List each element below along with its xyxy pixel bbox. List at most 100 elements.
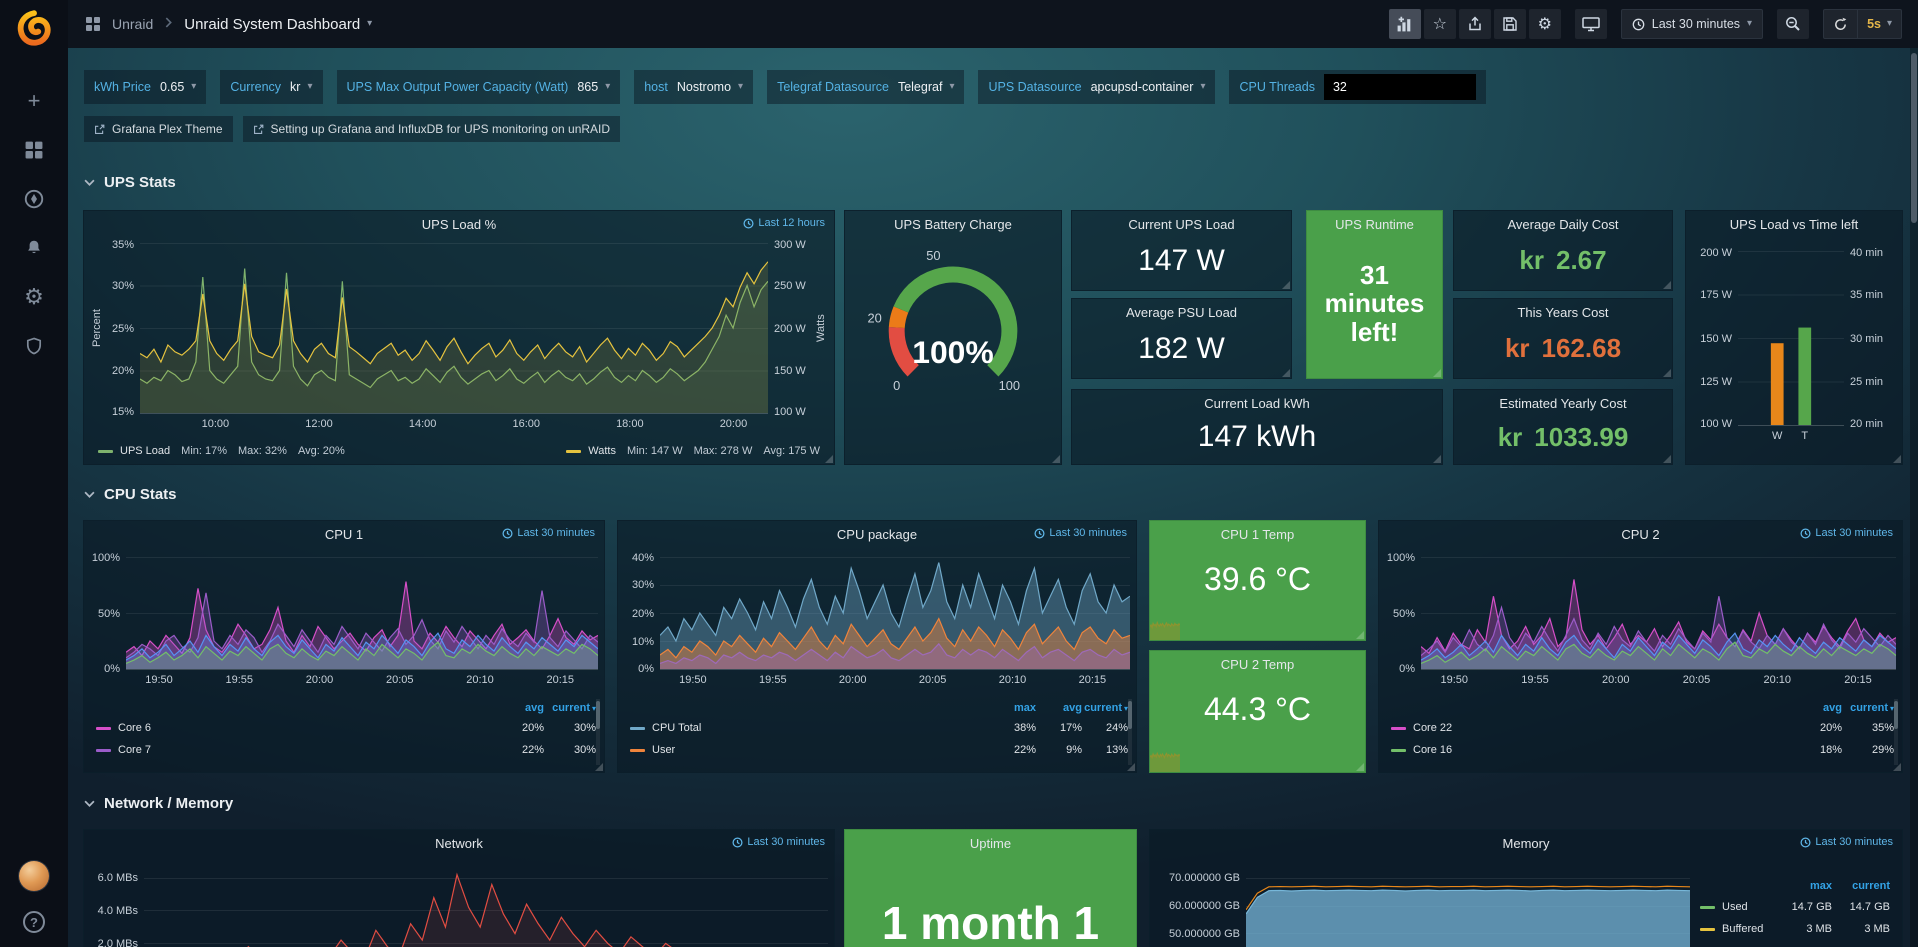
user-avatar[interactable]: [19, 861, 49, 891]
variable-telegraf-datasource[interactable]: Telegraf Datasource Telegraf▾: [767, 70, 964, 104]
panel-title[interactable]: CPU 2 Temp: [1150, 651, 1365, 677]
chart-legend: avg current▾ Core 6 20% 30% Core 7 22% 3…: [96, 699, 596, 761]
row-header-cpu-stats[interactable]: CPU Stats: [84, 486, 177, 503]
save-button[interactable]: [1494, 9, 1526, 39]
sidebar: + ⚙ ?: [0, 0, 68, 947]
panel-time-override: Last 30 minutes: [502, 527, 595, 539]
panel-title[interactable]: UPS Load vs Time left: [1686, 211, 1902, 237]
plot-area[interactable]: W T: [1738, 251, 1844, 426]
legend-scrollbar[interactable]: [1894, 699, 1898, 765]
panel-title[interactable]: Network: [84, 830, 834, 856]
share-button[interactable]: [1459, 9, 1491, 39]
breadcrumb-folder[interactable]: Unraid: [112, 16, 153, 32]
stat-value: 147 kWh: [1072, 416, 1442, 464]
refresh-interval-dropdown[interactable]: 5s ▾: [1857, 10, 1901, 38]
legend-scrollbar[interactable]: [1128, 699, 1132, 765]
dashboard-grid-icon[interactable]: [84, 13, 102, 35]
link-ups-monitoring-guide[interactable]: Setting up Grafana and InfluxDB for UPS …: [243, 116, 621, 142]
grafana-logo-icon[interactable]: [14, 8, 54, 48]
page-title[interactable]: Unraid System Dashboard ▾: [184, 16, 372, 33]
plot-area[interactable]: [1246, 860, 1690, 947]
variable-ups-max-output[interactable]: UPS Max Output Power Capacity (Watt) 865…: [337, 70, 621, 104]
star-button[interactable]: ☆: [1424, 9, 1456, 39]
legend-row[interactable]: CPU Total 38% 17% 24%: [630, 717, 1128, 739]
variable-kwh-price[interactable]: kWh Price 0.65▾: [84, 70, 206, 104]
legend-header-current[interactable]: current: [1832, 880, 1890, 892]
plot-area[interactable]: 10:00 12:00 14:00 16:00 18:00 20:00: [140, 243, 768, 414]
dashboards-icon[interactable]: [23, 139, 45, 161]
panel-title[interactable]: UPS Runtime: [1307, 211, 1442, 237]
panel-title[interactable]: Average Daily Cost: [1454, 211, 1672, 237]
legend-item[interactable]: Watts Min: 147 W Max: 278 W Avg: 175 W: [566, 445, 820, 457]
configuration-gear-icon[interactable]: ⚙: [23, 286, 45, 308]
plot-area[interactable]: 19:50 19:55 20:00 20:05 20:10 20:15: [126, 557, 598, 670]
legend-row[interactable]: User 22% 9% 13%: [630, 739, 1128, 761]
cpu-threads-input[interactable]: [1324, 74, 1476, 100]
legend-row[interactable]: Core 7 22% 30%: [96, 739, 596, 761]
y-tick-label: 30 min: [1850, 333, 1883, 345]
vertical-scrollbar[interactable]: [1910, 48, 1918, 947]
clock-icon: [1632, 18, 1645, 31]
clock-icon: [732, 837, 743, 848]
svg-text:50: 50: [926, 248, 940, 263]
legend-row[interactable]: Core 6 20% 30%: [96, 717, 596, 739]
legend-row[interactable]: Core 16 18% 29%: [1391, 739, 1894, 761]
legend-header-current[interactable]: current▾: [1842, 702, 1894, 714]
variable-ups-datasource[interactable]: UPS Datasource apcupsd-container▾: [978, 70, 1215, 104]
panel-title[interactable]: This Years Cost: [1454, 299, 1672, 325]
panel-title[interactable]: Estimated Yearly Cost: [1454, 390, 1672, 416]
cycle-view-mode-button[interactable]: [1575, 9, 1607, 39]
server-admin-shield-icon[interactable]: [23, 335, 45, 357]
alerting-bell-icon[interactable]: [23, 237, 45, 259]
time-range-picker[interactable]: Last 30 minutes ▾: [1621, 9, 1763, 39]
panel-average-daily-cost: Average Daily Cost kr 2.67: [1453, 210, 1673, 291]
legend-header-max[interactable]: max: [990, 702, 1036, 714]
plot-area[interactable]: [144, 860, 828, 947]
legend-header-max[interactable]: max: [1774, 880, 1832, 892]
legend-headers: max avg current▾: [630, 699, 1128, 717]
add-panel-button[interactable]: [1389, 9, 1421, 39]
row-header-ups-stats[interactable]: UPS Stats: [84, 174, 176, 191]
legend-row[interactable]: Used 14.7 GB 14.7 GB: [1700, 896, 1890, 918]
panel-title[interactable]: Uptime: [845, 830, 1136, 856]
plot-area[interactable]: 19:50 19:55 20:00 20:05 20:10 20:15: [1421, 557, 1896, 670]
legend-header-current[interactable]: current▾: [544, 702, 596, 714]
y-axis-ticks: 40% 30% 20% 10% 0%: [624, 557, 660, 670]
variable-currency[interactable]: Currency kr▾: [220, 70, 322, 104]
help-icon[interactable]: ?: [23, 911, 45, 933]
stat-value: 31 minutes left!: [1307, 237, 1442, 378]
legend-item[interactable]: UPS Load Min: 17% Max: 32% Avg: 20%: [98, 445, 345, 457]
legend-row[interactable]: Buffered 3 MB 3 MB: [1700, 918, 1890, 940]
dashboard-settings-button[interactable]: ⚙: [1529, 9, 1561, 39]
legend-header-avg[interactable]: avg: [1790, 702, 1842, 714]
scrollbar-thumb[interactable]: [1911, 53, 1917, 223]
y-tick-label: 40%: [632, 552, 654, 564]
legend-scrollbar[interactable]: [596, 699, 600, 765]
create-plus-icon[interactable]: +: [23, 90, 45, 112]
caret-down-icon: ▾: [605, 82, 610, 92]
panel-title[interactable]: CPU 1 Temp: [1150, 521, 1365, 547]
x-tick-label: 19:50: [145, 674, 173, 686]
panel-title[interactable]: UPS Load %: [84, 211, 834, 237]
panel-title[interactable]: UPS Battery Charge: [845, 211, 1061, 237]
variable-host[interactable]: host Nostromo▾: [634, 70, 753, 104]
chevron-down-icon: [84, 179, 95, 186]
legend-header-avg[interactable]: avg: [492, 702, 544, 714]
plot-area[interactable]: 19:50 19:55 20:00 20:05 20:10 20:15: [660, 557, 1130, 670]
legend-header-current[interactable]: current▾: [1082, 702, 1128, 714]
panel-title[interactable]: Memory: [1150, 830, 1902, 856]
zoom-out-button[interactable]: [1777, 9, 1809, 39]
panel-title[interactable]: Current UPS Load: [1072, 211, 1291, 237]
panel-uptime: Uptime 1 month 1: [844, 829, 1137, 947]
panel-title[interactable]: Current Load kWh: [1072, 390, 1442, 416]
y-tick-label: 4.0 MBs: [98, 905, 138, 917]
legend-header-avg[interactable]: avg: [1036, 702, 1082, 714]
refresh-button[interactable]: [1824, 10, 1857, 38]
row-header-network-memory[interactable]: Network / Memory: [84, 795, 233, 812]
link-grafana-plex-theme[interactable]: Grafana Plex Theme: [84, 116, 233, 142]
x-tick-label: 20:05: [1683, 674, 1711, 686]
explore-compass-icon[interactable]: [23, 188, 45, 210]
panel-title[interactable]: Average PSU Load: [1072, 299, 1291, 325]
clock-icon: [502, 528, 513, 539]
legend-row[interactable]: Core 22 20% 35%: [1391, 717, 1894, 739]
